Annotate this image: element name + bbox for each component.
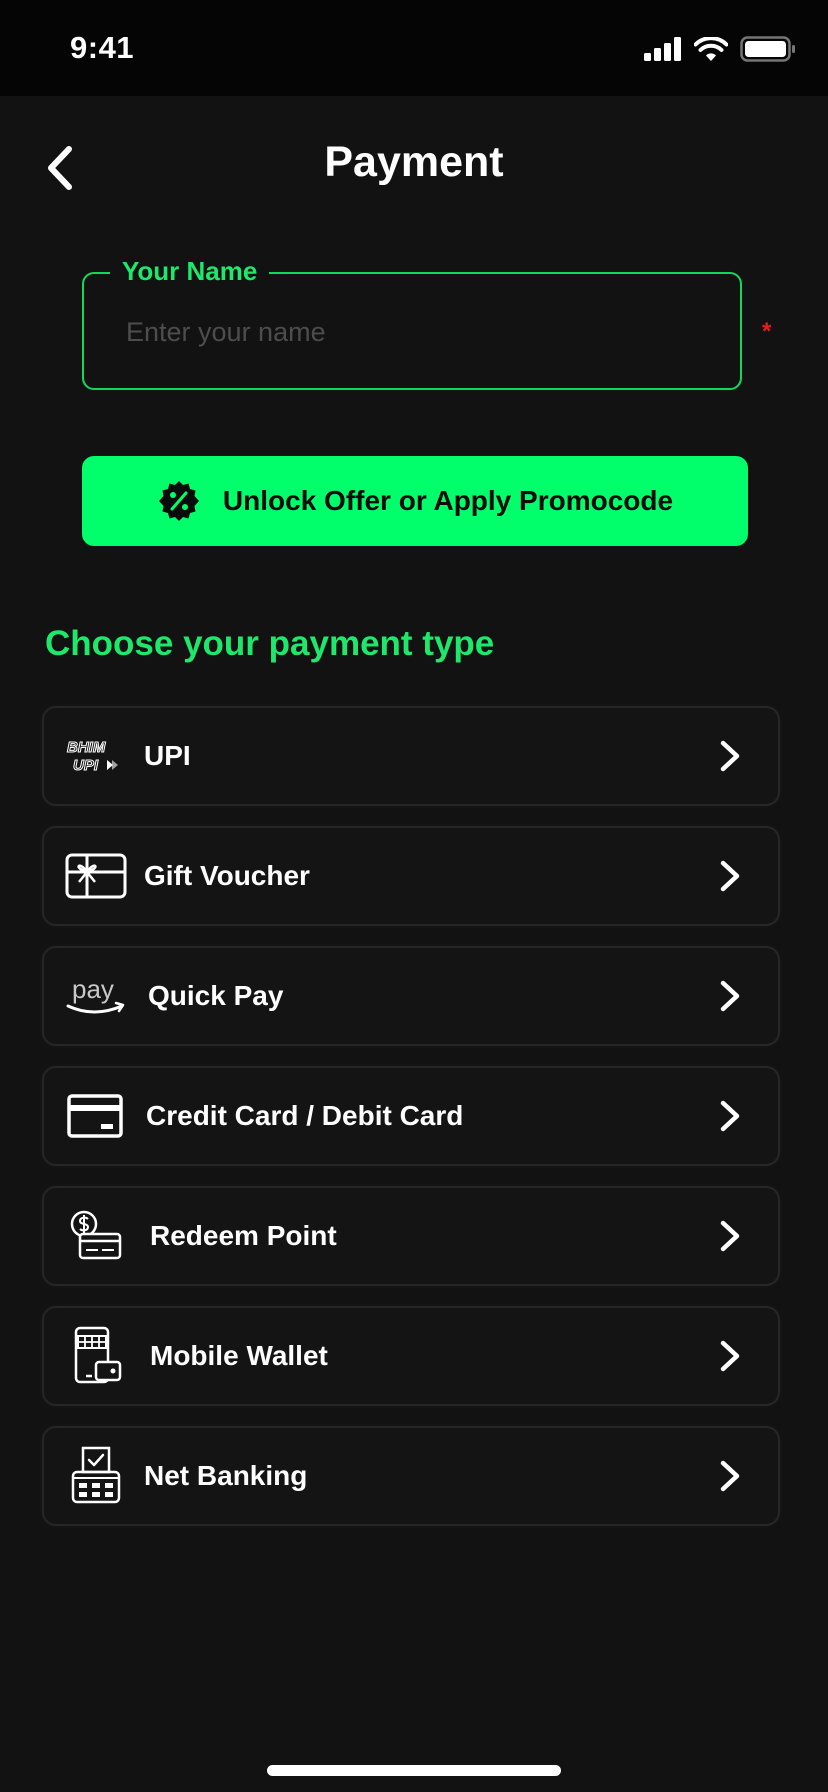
- chevron-right-icon: [720, 740, 740, 772]
- payment-option-quick-pay[interactable]: pay Quick Pay: [42, 946, 780, 1046]
- payment-option-label: UPI: [144, 740, 191, 771]
- credit-card-icon: [64, 1084, 128, 1148]
- payment-option-gift-voucher[interactable]: Gift Voucher: [42, 826, 780, 926]
- status-bar: 9:41: [0, 0, 828, 96]
- chevron-right-icon: [720, 1100, 740, 1132]
- payment-option-net-banking[interactable]: Net Banking: [42, 1426, 780, 1526]
- payment-option-upi[interactable]: BHIM UPI UPI: [42, 706, 780, 806]
- redeem-point-icon: [64, 1204, 128, 1268]
- payment-option-card[interactable]: Credit Card / Debit Card: [42, 1066, 780, 1166]
- mobile-wallet-icon: [64, 1324, 128, 1388]
- chevron-right-icon: [720, 1220, 740, 1252]
- payment-type-list: BHIM UPI UPI Gift Voucher pay Quick Pay …: [42, 706, 780, 1546]
- required-marker: *: [762, 318, 772, 345]
- name-input[interactable]: [124, 304, 698, 360]
- chevron-right-icon: [720, 980, 740, 1012]
- payment-option-label: Gift Voucher: [144, 860, 310, 891]
- net-banking-icon: [64, 1444, 128, 1508]
- payment-option-mobile-wallet[interactable]: Mobile Wallet: [42, 1306, 780, 1406]
- payment-option-label: Redeem Point: [150, 1220, 337, 1251]
- upi-logo-text: UPI: [73, 757, 99, 774]
- payment-option-label: Credit Card / Debit Card: [146, 1100, 464, 1131]
- chevron-right-icon: [720, 1340, 740, 1372]
- chevron-right-icon: [720, 860, 740, 892]
- pay-icon: pay: [64, 964, 128, 1028]
- header: Payment: [0, 96, 828, 236]
- home-indicator: [267, 1765, 561, 1776]
- battery-icon: [740, 36, 795, 62]
- discount-badge-icon: [158, 481, 199, 521]
- name-field: Your Name: [82, 256, 742, 390]
- promocode-button-label: Unlock Offer or Apply Promocode: [222, 485, 674, 516]
- status-icons: [644, 36, 796, 62]
- payment-option-label: Mobile Wallet: [150, 1340, 328, 1371]
- payment-option-redeem-point[interactable]: Redeem Point: [42, 1186, 780, 1286]
- payment-option-label: Net Banking: [144, 1460, 308, 1491]
- page-title: Payment: [324, 138, 504, 186]
- gift-voucher-icon: [64, 844, 128, 908]
- name-field-label: Your Name: [110, 256, 270, 287]
- cellular-signal-icon: [644, 37, 681, 61]
- status-time: 9:41: [70, 30, 135, 65]
- bhim-logo-text: BHIM: [67, 739, 106, 756]
- wifi-icon: [694, 36, 728, 61]
- promocode-button[interactable]: Unlock Offer or Apply Promocode: [82, 456, 748, 546]
- payment-section-title: Choose your payment type: [45, 624, 495, 663]
- bhim-upi-icon: BHIM UPI: [64, 724, 128, 788]
- payment-option-label: Quick Pay: [148, 980, 284, 1011]
- pay-logo-text: pay: [72, 974, 114, 1004]
- chevron-right-icon: [720, 1460, 740, 1492]
